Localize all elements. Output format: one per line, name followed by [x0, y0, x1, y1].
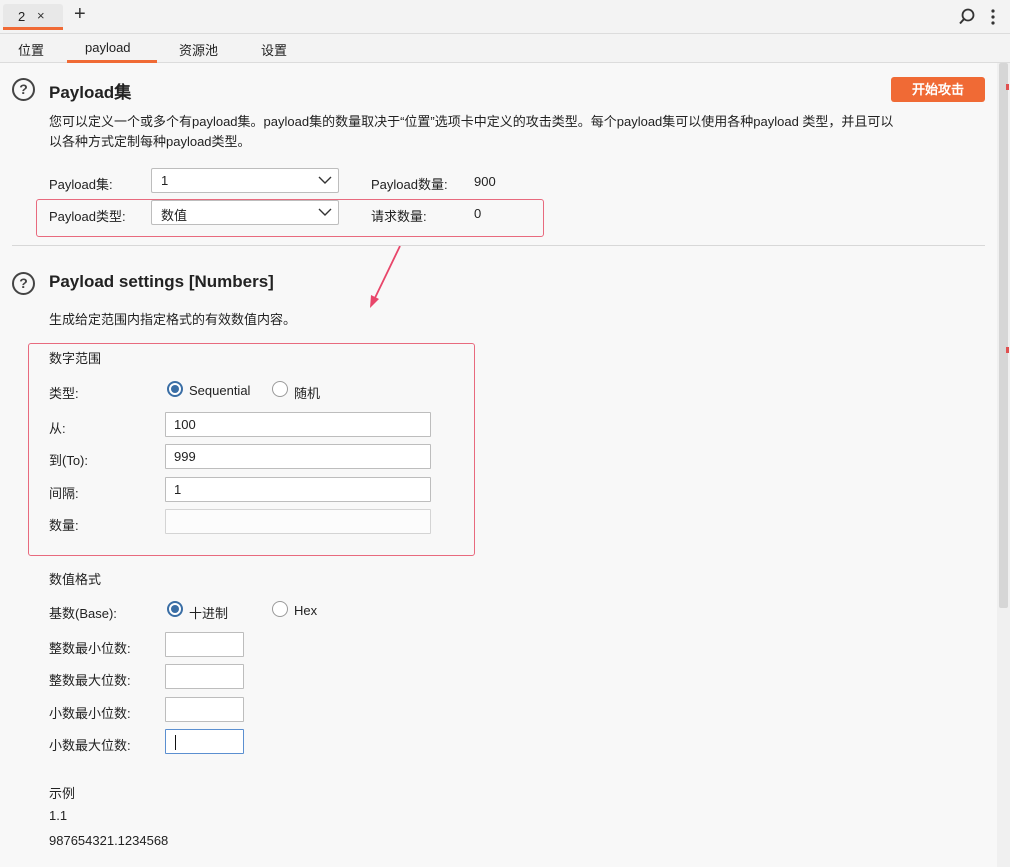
payload-set-label: Payload集: [49, 177, 113, 192]
min-integer-digits-label: 整数最小位数: [49, 641, 131, 656]
payload-sets-description-line2: 以各种方式定制每种payload类型。 [49, 134, 251, 149]
min-fraction-digits-label: 小数最小位数: [49, 706, 131, 721]
scrollbar-thumb[interactable] [999, 63, 1008, 608]
request-count-value: 0 [474, 206, 482, 221]
count-input[interactable] [165, 509, 431, 534]
payload-set-value: 1 [161, 173, 169, 188]
radio-hex-label[interactable]: Hex [294, 603, 317, 618]
payload-settings-title: Payload settings [Numbers] [49, 272, 274, 291]
example-value-1: 1.1 [49, 808, 68, 823]
request-tab-label: 2 [18, 9, 26, 24]
payload-set-select[interactable]: 1 [151, 168, 339, 193]
tab-settings[interactable]: 设置 [261, 40, 287, 59]
more-vertical-icon[interactable] [988, 7, 998, 27]
scroll-marker [1006, 84, 1009, 90]
number-format-heading: 数值格式 [49, 572, 102, 587]
count-label: 数量: [49, 518, 79, 533]
chevron-down-icon [318, 176, 332, 184]
min-fraction-digits-input[interactable] [165, 697, 244, 722]
section-divider [12, 245, 985, 246]
payload-settings-description: 生成给定范围内指定格式的有效数值内容。 [49, 312, 297, 327]
request-tab-2[interactable]: 2 × [3, 4, 63, 30]
payload-count-label: Payload数量: [371, 177, 448, 192]
tab-positions[interactable]: 位置 [18, 40, 44, 59]
payload-sets-description-line1: 您可以定义一个或多个有payload集。payload集的数量取决于“位置”选项… [49, 114, 894, 129]
payload-type-value: 数值 [161, 208, 188, 223]
to-input[interactable]: 999 [165, 444, 431, 469]
from-label: 从: [49, 421, 66, 436]
from-input[interactable]: 100 [165, 412, 431, 437]
help-icon[interactable]: ? [12, 78, 35, 101]
radio-sequential[interactable] [167, 381, 183, 397]
max-fraction-digits-label: 小数最大位数: [49, 738, 131, 753]
step-label: 间隔: [49, 486, 79, 501]
payload-sets-title: Payload集 [49, 83, 132, 102]
number-range-heading: 数字范围 [49, 351, 102, 366]
number-type-label: 类型: [49, 386, 79, 401]
annotation-arrow [370, 245, 401, 308]
active-tab-indicator [67, 60, 157, 63]
step-input[interactable]: 1 [165, 477, 431, 502]
max-fraction-digits-input[interactable] [165, 729, 244, 754]
text-caret [175, 735, 176, 750]
step-input-value: 1 [174, 482, 182, 497]
radio-decimal[interactable] [167, 601, 183, 617]
close-icon[interactable]: × [37, 8, 45, 23]
payload-type-label: Payload类型: [49, 209, 126, 224]
max-integer-digits-input[interactable] [165, 664, 244, 689]
min-integer-digits-input[interactable] [165, 632, 244, 657]
add-tab-button[interactable]: + [74, 4, 86, 24]
search-icon[interactable] [957, 7, 977, 27]
scroll-marker [1006, 347, 1009, 353]
radio-decimal-label[interactable]: 十进制 [189, 603, 228, 622]
base-label: 基数(Base): [49, 606, 117, 621]
sub-tab-bar: 位置 payload 资源池 设置 [0, 34, 1010, 63]
request-count-label: 请求数量: [371, 209, 427, 224]
tab-payload[interactable]: payload [85, 40, 131, 55]
from-input-value: 100 [174, 417, 196, 432]
tab-strip: 2 × + [0, 0, 1010, 34]
max-integer-digits-label: 整数最大位数: [49, 673, 131, 688]
help-icon[interactable]: ? [12, 272, 35, 295]
radio-hex[interactable] [272, 601, 288, 617]
radio-random[interactable] [272, 381, 288, 397]
radio-sequential-label[interactable]: Sequential [189, 383, 250, 398]
radio-random-label[interactable]: 随机 [294, 383, 320, 402]
start-attack-button[interactable]: 开始攻击 [891, 77, 985, 102]
to-input-value: 999 [174, 449, 196, 464]
chevron-down-icon [318, 208, 332, 216]
payload-count-value: 900 [474, 174, 496, 189]
example-value-2: 987654321.1234568 [49, 833, 169, 848]
tab-resource-pool[interactable]: 资源池 [179, 40, 218, 59]
payload-type-select[interactable]: 数值 [151, 200, 339, 225]
example-heading: 示例 [49, 786, 76, 801]
to-label: 到(To): [49, 453, 89, 468]
